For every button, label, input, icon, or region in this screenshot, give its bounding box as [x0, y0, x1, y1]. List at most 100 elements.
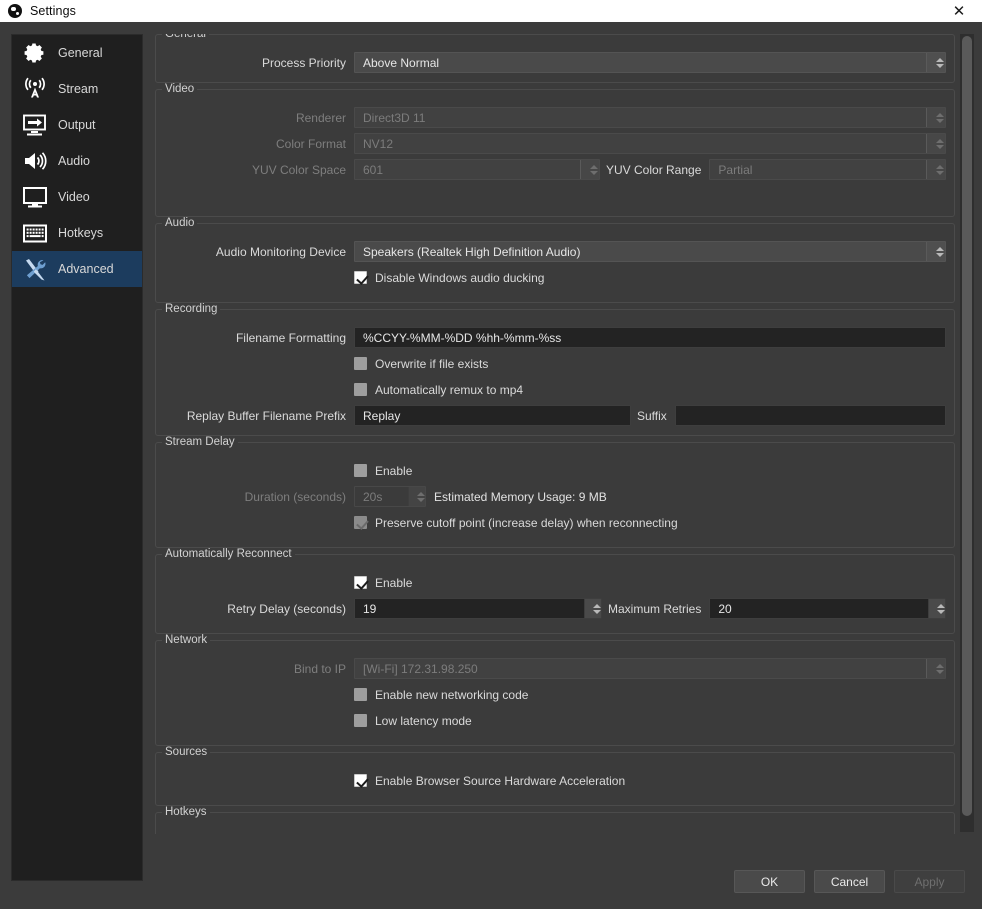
- chevron-updown-icon[interactable]: [408, 487, 425, 506]
- color-format-label: Color Format: [275, 136, 346, 151]
- duration-label: Duration (seconds): [244, 489, 346, 504]
- row-color-format: Color Format NV12: [164, 132, 946, 155]
- group-title: Recording: [162, 303, 221, 315]
- replay-suffix-input[interactable]: [674, 405, 946, 426]
- group-recording: Recording Filename Formatting %CCYY-%MM-…: [155, 303, 955, 436]
- obs-logo-icon: [8, 4, 22, 18]
- row-audio-monitoring: Audio Monitoring Device Speakers (Realte…: [164, 240, 946, 263]
- keyboard-icon: [21, 220, 49, 246]
- sidebar-item-advanced[interactable]: Advanced: [12, 251, 142, 287]
- group-audio: Audio Audio Monitoring Device Speakers (…: [155, 217, 955, 303]
- enable-new-networking-code-label: Enable new networking code: [375, 687, 529, 702]
- group-title: Hotkeys: [162, 806, 210, 818]
- row-process-priority: Process Priority Above Normal: [164, 51, 946, 74]
- yuv-color-range-combobox[interactable]: Partial: [709, 159, 946, 180]
- content-scrollbar-thumb[interactable]: [962, 36, 972, 816]
- filename-formatting-input[interactable]: %CCYY-%MM-%DD %hh-%mm-%ss: [354, 327, 946, 348]
- group-general: General Process Priority Above Normal: [155, 34, 955, 83]
- duration-value: 20s: [363, 489, 383, 504]
- group-hotkeys: Hotkeys: [155, 806, 955, 834]
- replay-prefix-input[interactable]: Replay: [354, 405, 631, 426]
- yuv-color-space-combobox[interactable]: 601: [354, 159, 600, 180]
- settings-window: General Stream Output Audio Video Hotkey…: [0, 22, 982, 909]
- row-low-latency: Low latency mode: [164, 709, 946, 732]
- retry-delay-label: Retry Delay (seconds): [227, 601, 346, 616]
- row-browser-hwaccel: Enable Browser Source Hardware Accelerat…: [164, 769, 946, 792]
- group-auto-reconnect: Automatically Reconnect Enable Retry Del…: [155, 548, 955, 634]
- yuv-color-range-value: Partial: [718, 162, 753, 177]
- row-new-networking-code: Enable new networking code: [164, 683, 946, 706]
- color-format-combobox[interactable]: NV12: [354, 133, 946, 154]
- duration-spinbox[interactable]: 20s: [354, 486, 426, 507]
- sidebar-item-stream[interactable]: Stream: [12, 71, 142, 107]
- gear-icon: [21, 40, 49, 66]
- chevron-updown-icon[interactable]: [926, 134, 945, 153]
- row-renderer: Renderer Direct3D 11: [164, 106, 946, 129]
- retry-delay-value: 19: [363, 601, 377, 616]
- row-overwrite: Overwrite if file exists: [164, 352, 946, 375]
- enable-new-networking-code-checkbox[interactable]: [354, 688, 367, 701]
- row-retry-delay: Retry Delay (seconds) 19 Maximum Retries…: [164, 597, 946, 620]
- yuv-color-space-label: YUV Color Space: [251, 162, 346, 177]
- chevron-updown-icon[interactable]: [926, 53, 945, 72]
- sidebar-item-label: Stream: [58, 82, 99, 96]
- estimated-memory-usage-label: Estimated Memory Usage: 9 MB: [434, 489, 607, 504]
- auto-reconnect-enable-checkbox[interactable]: [354, 576, 367, 589]
- chevron-updown-icon[interactable]: [580, 160, 599, 179]
- process-priority-combobox[interactable]: Above Normal: [354, 52, 946, 73]
- retry-delay-spinbox[interactable]: 19: [354, 598, 602, 619]
- tools-icon: [21, 256, 49, 282]
- cancel-button[interactable]: Cancel: [814, 870, 885, 893]
- auto-reconnect-enable-label: Enable: [375, 575, 413, 590]
- renderer-value: Direct3D 11: [363, 110, 426, 125]
- auto-remux-mp4-label: Automatically remux to mp4: [375, 382, 524, 397]
- content-scrollbar-track[interactable]: [960, 34, 974, 832]
- bind-to-ip-combobox[interactable]: [Wi-Fi] 172.31.98.250: [354, 658, 946, 679]
- preserve-cutoff-label: Preserve cutoff point (increase delay) w…: [375, 515, 678, 530]
- overwrite-if-file-exists-checkbox[interactable]: [354, 357, 367, 370]
- close-icon[interactable]: ✕: [936, 0, 982, 22]
- chevron-updown-icon[interactable]: [926, 160, 945, 179]
- renderer-combobox[interactable]: Direct3D 11: [354, 107, 946, 128]
- sidebar-item-audio[interactable]: Audio: [12, 143, 142, 179]
- row-stream-delay-duration: Duration (seconds) 20s Estimated Memory …: [164, 485, 946, 508]
- preserve-cutoff-checkbox[interactable]: [354, 516, 367, 529]
- stream-delay-enable-checkbox[interactable]: [354, 464, 367, 477]
- filename-formatting-value: %CCYY-%MM-%DD %hh-%mm-%ss: [363, 330, 562, 345]
- yuv-color-range-label: YUV Color Range: [606, 162, 702, 177]
- browser-source-hw-accel-checkbox[interactable]: [354, 774, 367, 787]
- settings-content-pane: General Process Priority Above Normal Vi…: [155, 34, 955, 834]
- replay-suffix-label: Suffix: [637, 408, 667, 423]
- bind-to-ip-value: [Wi-Fi] 172.31.98.250: [363, 661, 478, 676]
- group-title: Video: [162, 83, 198, 95]
- sidebar-item-label: Output: [58, 118, 96, 132]
- chevron-updown-icon[interactable]: [926, 659, 945, 678]
- group-title: Audio: [162, 217, 198, 229]
- low-latency-mode-checkbox[interactable]: [354, 714, 367, 727]
- chevron-updown-icon[interactable]: [926, 242, 945, 261]
- disable-audio-ducking-checkbox[interactable]: [354, 271, 367, 284]
- sidebar-item-hotkeys[interactable]: Hotkeys: [12, 215, 142, 251]
- bind-to-ip-label: Bind to IP: [293, 661, 346, 676]
- sidebar-item-general[interactable]: General: [12, 35, 142, 71]
- chevron-updown-icon[interactable]: [926, 108, 945, 127]
- row-yuv: YUV Color Space 601 YUV Color Range Part…: [164, 158, 946, 181]
- audio-monitoring-combobox[interactable]: Speakers (Realtek High Definition Audio): [354, 241, 946, 262]
- speaker-icon: [21, 148, 49, 174]
- sidebar-item-label: Hotkeys: [58, 226, 104, 240]
- sidebar-item-label: Video: [58, 190, 90, 204]
- apply-button: Apply: [894, 870, 965, 893]
- sidebar-item-video[interactable]: Video: [12, 179, 142, 215]
- audio-monitoring-label: Audio Monitoring Device: [215, 244, 346, 259]
- ok-button[interactable]: OK: [734, 870, 805, 893]
- auto-remux-mp4-checkbox[interactable]: [354, 383, 367, 396]
- chevron-updown-icon[interactable]: [584, 599, 601, 618]
- group-video: Video Renderer Direct3D 11 Color Format …: [155, 83, 955, 217]
- maximum-retries-spinbox[interactable]: 20: [709, 598, 946, 619]
- broadcast-icon: [21, 76, 49, 102]
- sidebar-item-output[interactable]: Output: [12, 107, 142, 143]
- row-filename-formatting: Filename Formatting %CCYY-%MM-%DD %hh-%m…: [164, 326, 946, 349]
- row-audio-ducking: Disable Windows audio ducking: [164, 266, 946, 289]
- maximum-retries-value: 20: [718, 601, 732, 616]
- chevron-updown-icon[interactable]: [928, 599, 945, 618]
